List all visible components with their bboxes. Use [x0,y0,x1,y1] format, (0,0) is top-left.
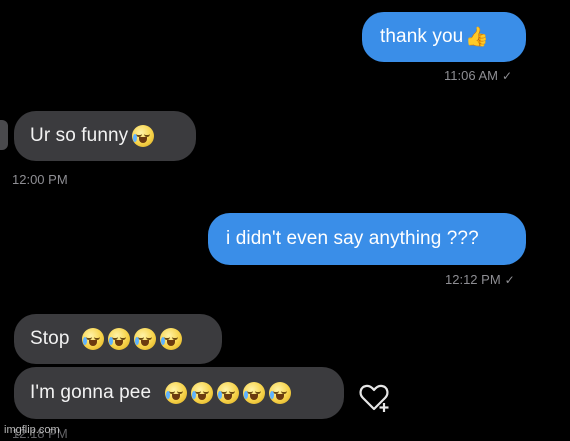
message-bubble-sent[interactable]: i didn't even say anything ??? [208,213,526,265]
message-timestamp: 11:06 AM ✓ [444,68,512,83]
message-timestamp: 12:00 PM [12,172,68,187]
message-text: Ur so funny [30,125,129,146]
laughing-crying-emoji-icon [165,382,188,404]
avatar[interactable] [0,120,8,150]
watermark: imgflip.com [4,424,60,436]
read-receipt-icon: ✓ [501,69,513,83]
laughing-crying-emoji-icon [107,328,130,350]
laughing-crying-emoji-icon [217,382,240,404]
message-bubble-received[interactable]: Stop [14,314,222,364]
laughing-crying-emoji-icon [243,382,266,404]
timestamp-text: 11:06 AM [444,68,498,83]
laughing-crying-emoji-icon [132,125,155,147]
message-text: I'm gonna pee [30,382,152,403]
emoji-group [78,328,182,350]
heart-plus-icon[interactable] [358,383,392,413]
timestamp-text: 12:12 PM [445,272,501,287]
message-bubble-sent[interactable]: thank you 👍 [362,12,526,62]
message-text: i didn't even say anything ??? [226,228,479,249]
message-bubble-received[interactable]: I'm gonna pee [14,367,344,419]
emoji-group [161,382,292,404]
read-receipt-icon: ✓ [504,273,515,287]
thumbs-up-icon: 👍 [465,27,490,48]
message-text: thank you [380,26,464,47]
laughing-crying-emoji-icon [269,382,292,404]
message-timestamp: 12:12 PM ✓ [445,272,515,287]
laughing-crying-emoji-icon [81,328,104,350]
laughing-crying-emoji-icon [159,328,182,350]
message-bubble-received[interactable]: Ur so funny [14,111,196,161]
message-text: Stop [30,328,70,349]
laughing-crying-emoji-icon [191,382,214,404]
laughing-crying-emoji-icon [133,328,156,350]
